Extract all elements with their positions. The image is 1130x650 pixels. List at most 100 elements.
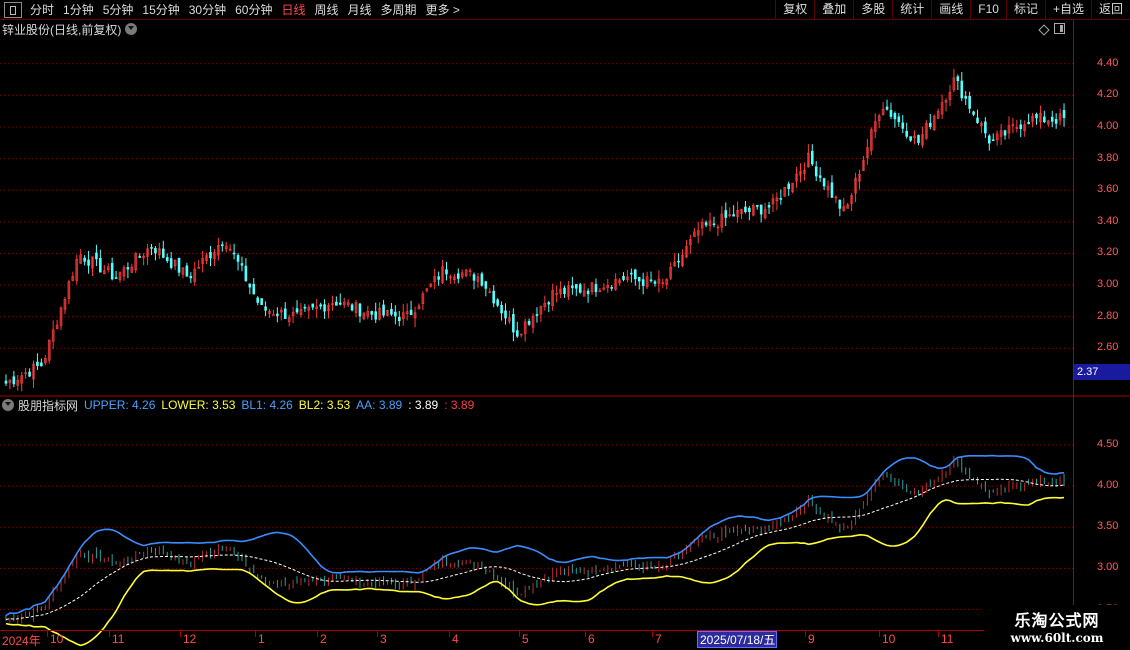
candle-body [810,150,814,165]
candle-body [28,371,31,377]
candle-body [724,210,728,218]
candle-body [1062,110,1066,118]
price-gridlines [0,63,1073,349]
date-axis: 2024年1011121234567891011 [0,630,1073,650]
date-tick [317,631,318,637]
candle-body [338,302,342,305]
candle-body [1019,124,1023,130]
price-tick-label: 4.40 [1097,56,1119,69]
date-cursor-label: 2025/07/18/五 [697,631,777,648]
candle-body [712,223,716,226]
date-label: 10 [50,632,64,646]
candle-body [248,283,252,288]
candle-body [99,258,102,273]
candle-body [1043,116,1046,123]
candle-body [110,262,114,280]
date-tick [652,631,653,637]
candle-body [732,214,735,217]
date-label: 11 [941,632,954,646]
candle-body [649,279,653,282]
candle-body [264,306,267,311]
date-tick [519,631,520,637]
candle-body [397,316,401,322]
candle-body [972,111,975,115]
indicator-menu-icon[interactable] [2,399,14,411]
candle-body [987,135,991,144]
candle-body [984,121,987,134]
candle-body [515,330,519,337]
candle-body [209,252,212,259]
candle-body [260,298,263,305]
price-tick-label: 2.60 [1097,341,1119,354]
watermark-logo: 乐淘公式网 www.60lt.com [984,605,1130,650]
candle-body [236,255,240,262]
candle-body [409,309,413,316]
candle-body [272,314,275,316]
last-price-label: 2.37 [1074,364,1130,380]
kline-chart[interactable] [0,0,1130,650]
candle-body [905,130,909,137]
candle-body [527,321,531,325]
indicator-value-0: UPPER: 4.26 [84,398,156,412]
candle-body [1054,119,1058,124]
indicator-name[interactable]: 股朋指标网 [18,397,78,414]
upper-band-line [5,454,1065,617]
date-tick [109,631,110,637]
candle-body [358,303,362,317]
candle-body [480,273,484,286]
candle-body [221,244,224,246]
candle-body [244,265,248,282]
candle-body [185,265,189,277]
candle-body [622,276,625,280]
candle-body [335,301,338,306]
candle-body [232,252,236,255]
candle-body [504,310,507,319]
price-tick-label: 3.60 [1097,183,1119,196]
indicator-value-4: AA: 3.89 [356,398,403,412]
indicator-header: 股朋指标网 UPPER: 4.26 LOWER: 3.53 BL1: 4.26 BL2… [2,397,480,413]
candle-body [1003,130,1007,136]
date-tick [805,631,806,637]
candle-body [968,95,971,109]
indicator-tick-label: 4.50 [1097,437,1119,450]
candle-body [901,122,905,129]
indicator-tick-label: 4.00 [1097,479,1119,492]
candle-body [571,285,574,289]
candle-body [382,304,385,316]
candle-body [374,311,378,320]
candle-body [370,311,374,315]
candle-body [283,308,287,319]
candle-body [40,362,43,367]
indicator-value-3: BL2: 3.53 [298,398,351,412]
candle-body [1050,116,1054,122]
price-axis-line [1073,20,1074,630]
candle-body [822,178,826,187]
date-label: 5 [522,632,529,646]
candle-body [610,287,614,289]
candle-body [162,248,165,258]
candle-body [4,380,8,384]
candle-body [256,297,260,303]
candle-body [87,259,90,266]
candle-body [138,256,141,258]
candle-body [496,299,499,306]
indicator-value-2: BL1: 4.26 [241,398,293,412]
candle-body [472,274,476,281]
candle-body [303,306,307,309]
indicator-tick-label: 3.50 [1097,520,1119,533]
candle-body [165,257,169,262]
candle-body [897,116,901,123]
candle-body [114,277,118,279]
price-tick-label: 3.80 [1097,151,1119,164]
candle-body [252,283,256,295]
indicator-value-6: : 3.89 [444,398,475,412]
date-label: 2 [320,632,327,646]
candle-body [456,273,460,279]
candle-body [1035,114,1038,119]
candle-body [390,308,393,315]
candle-body [154,248,157,254]
candle-body [484,281,488,289]
candle-body [177,257,181,273]
candle-body [744,206,747,213]
candle-body [830,182,834,198]
